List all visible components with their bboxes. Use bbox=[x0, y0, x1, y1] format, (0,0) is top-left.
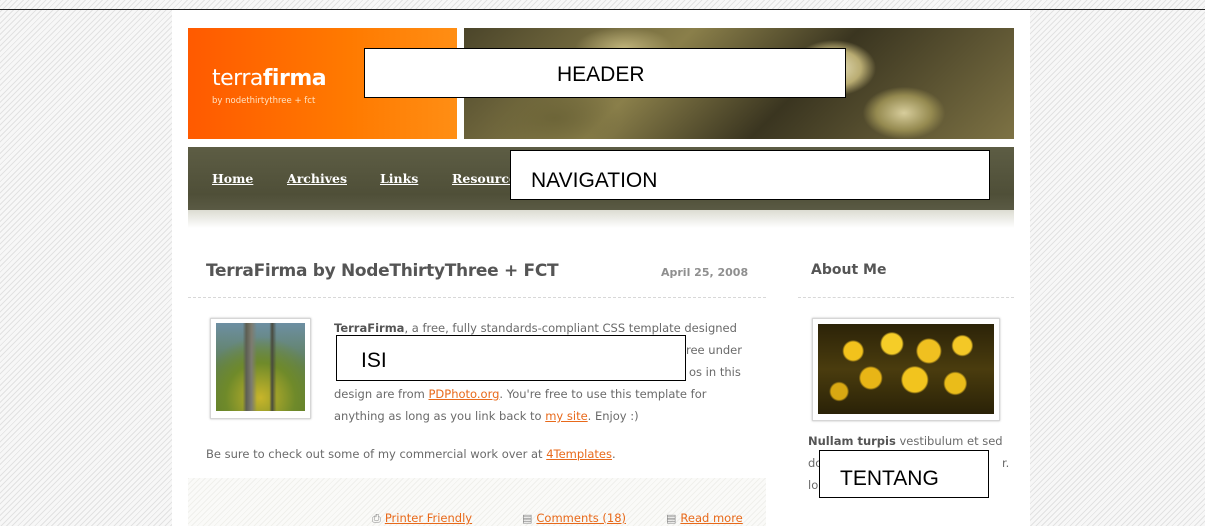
navigation-label-text: NAVIGATION bbox=[531, 169, 658, 192]
nav-item-archives[interactable]: Archives bbox=[287, 171, 347, 186]
sidebar-bold-text: Nullam turpis bbox=[808, 434, 896, 448]
logo-title: terrafirma bbox=[212, 66, 327, 91]
header-label: HEADER bbox=[364, 48, 846, 98]
nav-item-links[interactable]: Links bbox=[380, 171, 418, 186]
content-label: ISI bbox=[336, 335, 686, 381]
comment-icon: ▤ bbox=[522, 512, 533, 525]
post-bold-name: TerraFirma bbox=[334, 321, 405, 335]
post-title[interactable]: TerraFirma by NodeThirtyThree + FCT bbox=[206, 261, 559, 281]
comments-link[interactable]: ▤ Comments (18) bbox=[522, 511, 626, 525]
content-label-text: ISI bbox=[361, 349, 387, 372]
nav-shadow bbox=[188, 210, 1014, 228]
post-text-line-2: ree under bbox=[686, 343, 742, 357]
post-paragraph-2: Be sure to check out some of my commerci… bbox=[206, 447, 616, 461]
post-title-divider bbox=[188, 297, 766, 299]
about-me-photo bbox=[812, 318, 1000, 421]
post-text-line-4: design are from PDPhoto.org. You're free… bbox=[334, 387, 707, 401]
yellow-flowers-photo bbox=[818, 324, 994, 414]
document-icon: ▤ bbox=[666, 512, 677, 525]
pdphoto-link[interactable]: PDPhoto.org bbox=[428, 387, 499, 401]
4templates-link[interactable]: 4Templates bbox=[546, 447, 612, 461]
nav-item-home[interactable]: Home bbox=[212, 171, 253, 186]
printer-icon: ⎙ bbox=[372, 512, 381, 525]
nav-item-resources[interactable]: Resource bbox=[452, 171, 517, 186]
sidebar-divider bbox=[798, 297, 1014, 299]
post-date: April 25, 2008 bbox=[661, 266, 749, 279]
post-text-line-5: anything as long as you link back to my … bbox=[334, 409, 639, 423]
navigation-label: NAVIGATION bbox=[510, 150, 990, 200]
about-label: TENTANG bbox=[819, 450, 989, 498]
sidebar-title: About Me bbox=[811, 262, 887, 278]
post-text-line-3: os in this bbox=[689, 365, 741, 379]
about-label-text: TENTANG bbox=[840, 467, 939, 490]
post-thumbnail bbox=[210, 318, 311, 419]
read-more-link[interactable]: ▤ Read more bbox=[666, 511, 743, 525]
forest-photo bbox=[216, 323, 305, 411]
sidebar-text-line-2-end: r. bbox=[1002, 456, 1010, 470]
sidebar-text-line-1: Nullam turpis vestibulum et sed bbox=[808, 434, 1003, 448]
logo-subtitle: by nodethirtythree + fct bbox=[212, 96, 316, 106]
header-label-text: HEADER bbox=[557, 63, 645, 86]
my-site-link[interactable]: my site bbox=[545, 409, 587, 423]
printer-friendly-link[interactable]: ⎙ Printer Friendly bbox=[372, 511, 472, 526]
